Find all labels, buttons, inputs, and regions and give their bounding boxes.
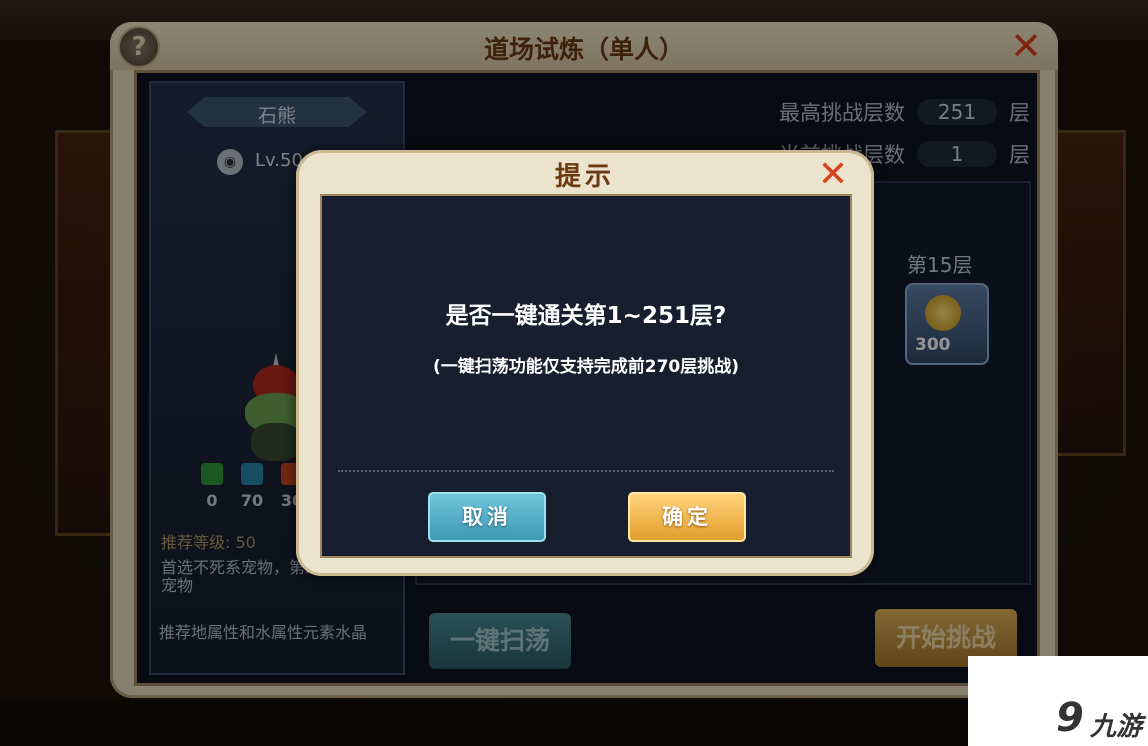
dialog-body: 是否一键通关第1~251层? (一键扫荡功能仅支持完成前270层挑战) 取消 确… xyxy=(320,194,852,558)
dialog-divider xyxy=(338,470,834,472)
dialog-note: (一键扫荡功能仅支持完成前270层挑战) xyxy=(432,357,740,377)
confirm-dialog: 提示 ✕ 是否一键通关第1~251层? (一键扫荡功能仅支持完成前270层挑战)… xyxy=(296,150,874,576)
watermark-logo-icon: 9 xyxy=(1056,695,1084,741)
confirm-button[interactable]: 确定 xyxy=(628,492,746,542)
watermark: 9 九游 xyxy=(968,656,1148,746)
dialog-close-icon[interactable]: ✕ xyxy=(816,157,850,193)
dialog-question: 是否一键通关第1~251层? xyxy=(445,303,727,329)
watermark-text: 九游 xyxy=(1090,712,1143,742)
dialog-title: 提示 xyxy=(554,162,615,192)
cancel-button[interactable]: 取消 xyxy=(428,492,546,542)
